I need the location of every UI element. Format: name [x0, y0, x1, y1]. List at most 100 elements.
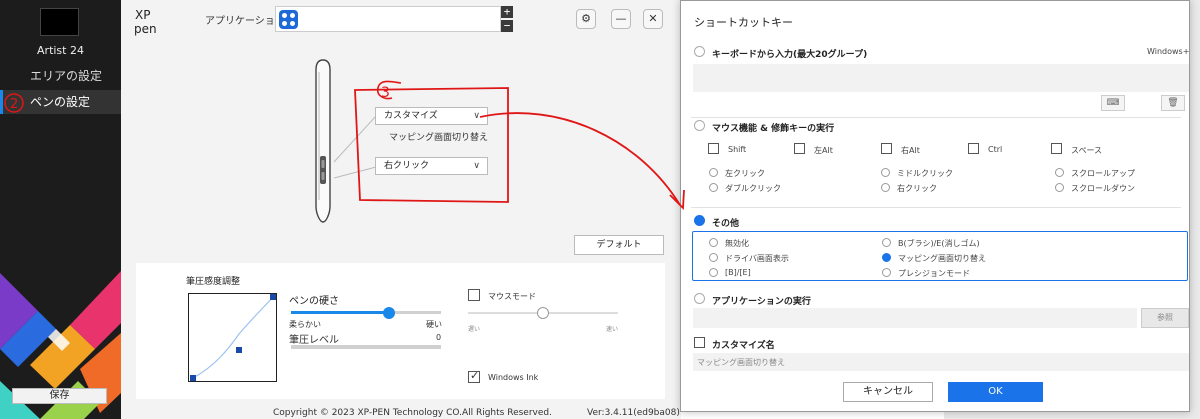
shift-checkbox[interactable] [708, 143, 719, 154]
custom-name-field[interactable]: マッピング画面切り替え [693, 353, 1189, 371]
other-option-radio-selected[interactable] [882, 253, 891, 262]
slow-label: 遅い [468, 326, 481, 333]
modifier-label: 左Alt [814, 146, 833, 155]
modifier-label: スペース [1071, 146, 1103, 155]
other-option-label: 無効化 [725, 239, 749, 248]
right-alt-checkbox[interactable] [881, 143, 892, 154]
windows-ink-label: Windows Ink [488, 373, 539, 382]
upper-pen-button-dropdown[interactable]: カスタマイズ ∨ [375, 107, 488, 125]
mouse-option-label: 右クリック [897, 184, 937, 193]
other-options-box: 無効化 ドライバ画面表示 [B]/[E] B(ブラシ)/E(消しゴム) マッピン… [692, 231, 1188, 281]
remove-app-button[interactable]: − [501, 20, 513, 32]
mouse-section-label: マウス機能 & 修飾キーの実行 [712, 124, 835, 134]
hardness-slider-knob[interactable] [383, 307, 395, 319]
mouse-option-label: ミドルクリック [897, 169, 953, 178]
other-option-radio[interactable] [882, 238, 891, 247]
fast-label: 速い [606, 326, 619, 333]
xppen-logo: XP pen [134, 8, 157, 36]
default-button[interactable]: デフォルト [574, 235, 664, 255]
other-option-radio[interactable] [709, 268, 718, 277]
main-panel: XP pen アプリケーション: + − ⚙ — ✕ カスタマイズ ∨ マッピン… [121, 0, 681, 419]
close-button[interactable]: ✕ [643, 9, 663, 29]
settings-gear-icon[interactable]: ⚙ [576, 9, 596, 29]
left-alt-checkbox[interactable] [794, 143, 805, 154]
sidebar: Artist 24 エリアの設定 ペンの設定 2 保存 [0, 0, 121, 419]
keyboard-radio[interactable] [694, 46, 705, 57]
all-apps-icon [279, 10, 298, 29]
logo-line2: pen [134, 22, 157, 36]
mouse-option-radio[interactable] [1055, 168, 1064, 177]
mouse-option-radio[interactable] [1055, 183, 1064, 192]
custom-name-checkbox[interactable] [694, 337, 705, 348]
hardness-title: ペンの硬さ [289, 296, 339, 307]
lower-pen-button-value: 右クリック [384, 161, 430, 171]
chevron-down-icon: ∨ [473, 111, 480, 121]
windows-ink-checkbox[interactable] [468, 369, 480, 383]
mouse-mode-label: マウスモード [488, 292, 536, 301]
other-option-label: プレシジョンモード [898, 269, 970, 278]
mouse-option-label: スクロールアップ [1071, 169, 1135, 178]
add-app-button[interactable]: + [501, 6, 513, 18]
mouse-speed-knob[interactable] [537, 307, 549, 319]
pressure-curve-graph [190, 294, 276, 381]
cancel-button[interactable]: キャンセル [843, 382, 933, 402]
app-run-radio[interactable] [694, 293, 705, 304]
shortcut-dialog: ショートカットキー キーボードから入力(最大20グループ) Windows+ ⌨… [680, 0, 1190, 412]
divider [691, 117, 1181, 118]
pressure-panel: 筆圧感度調整 ペンの硬さ 柔らかい 硬い 筆圧レベル 0 マウスモード 遅い 速… [136, 263, 665, 399]
hardness-fill [291, 311, 389, 314]
pressure-level-label: 筆圧レベル [289, 335, 339, 346]
custom-name-value: マッピング画面切り替え [697, 358, 785, 367]
device-image [40, 8, 79, 36]
other-option-label: B(ブラシ)/E(消しゴム) [898, 239, 980, 248]
mouse-option-label: ダブルクリック [725, 184, 781, 193]
mouse-option-radio[interactable] [881, 168, 890, 177]
other-radio[interactable] [694, 215, 705, 226]
device-name: Artist 24 [37, 44, 84, 57]
lower-pen-button-dropdown[interactable]: 右クリック ∨ [375, 157, 488, 175]
other-option-label: ドライバ画面表示 [725, 254, 789, 263]
minimize-button[interactable]: — [611, 9, 631, 29]
version-text: Ver:3.4.11(ed9ba08) [587, 408, 680, 418]
modifier-label: Shift [728, 145, 747, 154]
other-option-radio[interactable] [882, 268, 891, 277]
ok-button[interactable]: OK [948, 382, 1043, 402]
ctrl-checkbox[interactable] [968, 143, 979, 154]
trash-icon[interactable]: 🗑 [1161, 95, 1185, 111]
windows-plus-label: Windows+ [1147, 47, 1190, 56]
sidebar-item-area-settings[interactable]: エリアの設定 [0, 64, 121, 88]
mouse-option-label: 左クリック [725, 169, 765, 178]
dialog-title: ショートカットキー [694, 16, 793, 29]
mouse-option-radio[interactable] [881, 183, 890, 192]
mouse-option-label: スクロールダウン [1071, 184, 1135, 193]
keyboard-section-label: キーボードから入力(最大20グループ) [712, 50, 868, 60]
other-option-radio[interactable] [709, 253, 718, 262]
pressure-curve[interactable] [188, 293, 277, 382]
other-option-radio[interactable] [709, 238, 718, 247]
app-path-field[interactable] [693, 308, 1137, 328]
mouse-option-radio[interactable] [709, 168, 718, 177]
custom-name-label: カスタマイズ名 [712, 341, 775, 351]
upper-pen-button-value: カスタマイズ [384, 111, 438, 121]
application-selector[interactable] [275, 6, 501, 32]
logo-line1: XP [135, 8, 150, 22]
app-run-section-label: アプリケーションの実行 [712, 297, 811, 307]
sidebar-item-label: エリアの設定 [30, 69, 103, 83]
mouse-option-radio[interactable] [709, 183, 718, 192]
mouse-radio[interactable] [694, 120, 705, 131]
other-option-label: マッピング画面切り替え [898, 254, 986, 263]
keyboard-input-field[interactable] [693, 64, 1189, 92]
upper-pen-button-sub: マッピング画面切り替え [389, 133, 489, 143]
svg-text:2: 2 [10, 97, 18, 112]
mouse-mode-checkbox[interactable] [468, 289, 480, 301]
divider [691, 207, 1181, 208]
pressure-level-value: 0 [436, 333, 442, 342]
space-checkbox[interactable] [1051, 143, 1062, 154]
pressure-title: 筆圧感度調整 [186, 277, 241, 287]
save-button[interactable]: 保存 [12, 388, 107, 404]
modifier-label: 右Alt [901, 146, 920, 155]
browse-button[interactable]: 参照 [1141, 308, 1189, 328]
hard-label: 硬い [426, 320, 442, 329]
keyboard-icon[interactable]: ⌨ [1101, 95, 1125, 111]
modifier-label: Ctrl [988, 145, 1003, 154]
